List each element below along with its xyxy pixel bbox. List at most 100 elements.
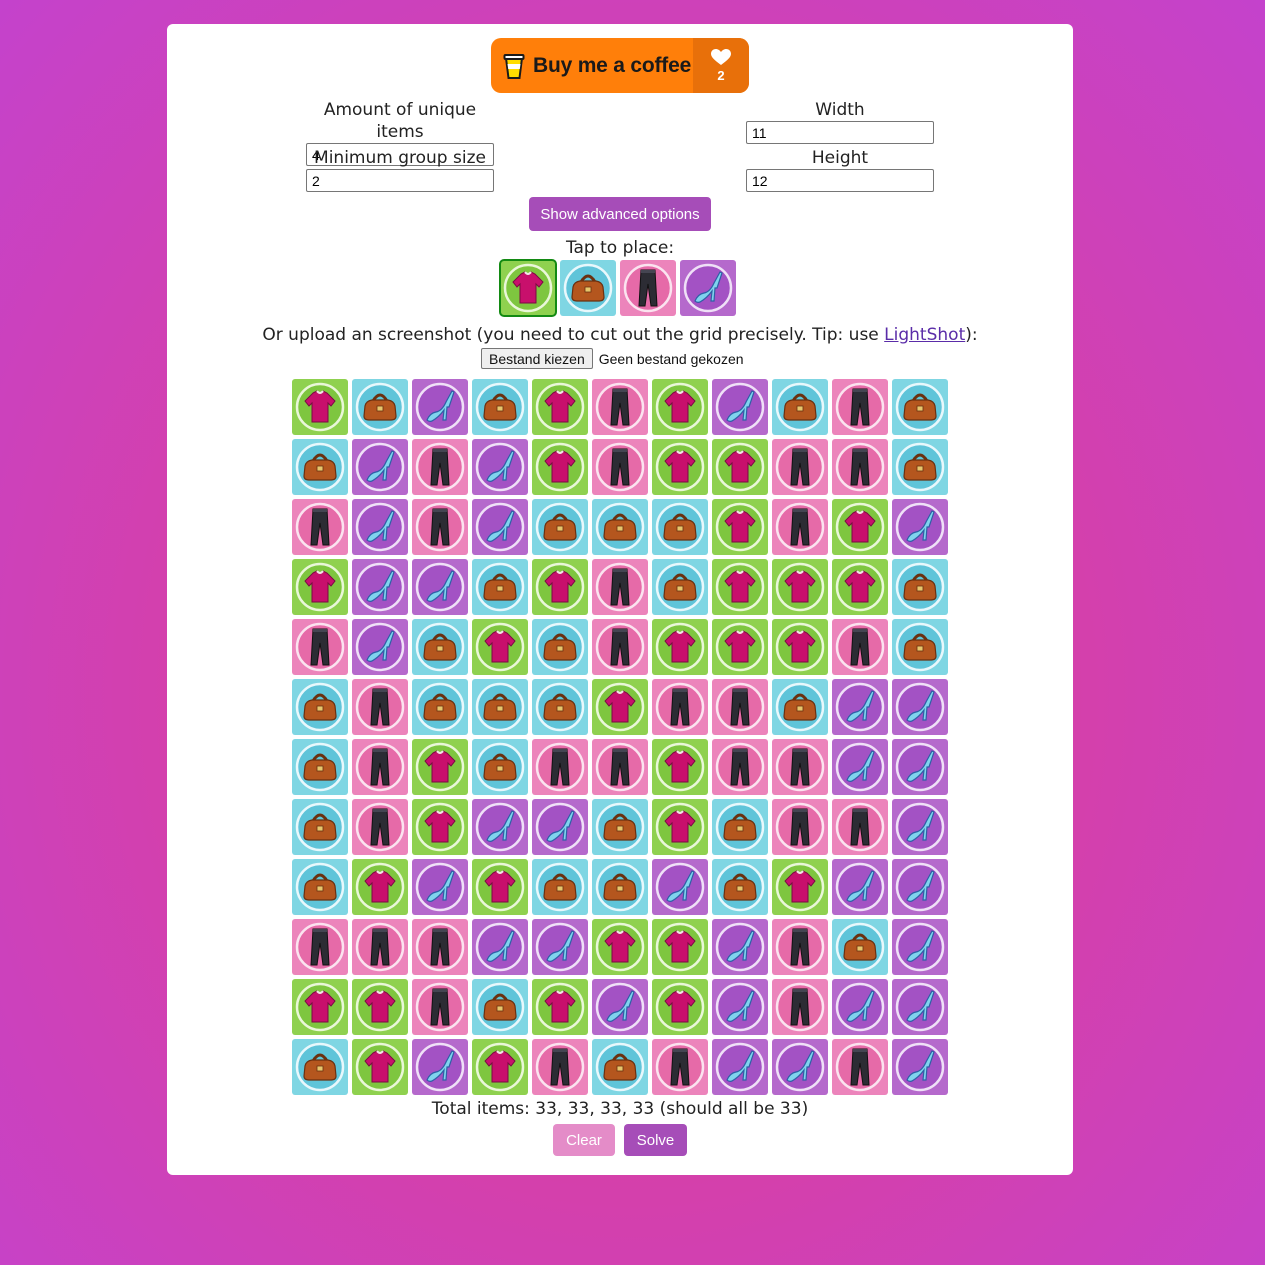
grid-tile-heel[interactable] — [832, 979, 888, 1035]
grid-tile-bag[interactable] — [292, 439, 348, 495]
grid-tile-shirt[interactable] — [292, 979, 348, 1035]
min-group-input[interactable] — [306, 169, 494, 192]
grid-tile-heel[interactable] — [412, 379, 468, 435]
grid-tile-pants[interactable] — [532, 739, 588, 795]
grid-tile-bag[interactable] — [412, 619, 468, 675]
grid-tile-pants[interactable] — [772, 739, 828, 795]
grid-tile-bag[interactable] — [592, 799, 648, 855]
grid-tile-pants[interactable] — [412, 979, 468, 1035]
solve-button[interactable]: Solve — [624, 1124, 687, 1156]
grid-tile-pants[interactable] — [772, 919, 828, 975]
grid-tile-pants[interactable] — [592, 379, 648, 435]
grid-tile-bag[interactable] — [532, 499, 588, 555]
grid-tile-shirt[interactable] — [772, 559, 828, 615]
grid-tile-shirt[interactable] — [652, 379, 708, 435]
grid-tile-shirt[interactable] — [532, 439, 588, 495]
height-input[interactable] — [746, 169, 934, 192]
grid-tile-bag[interactable] — [292, 859, 348, 915]
grid-tile-bag[interactable] — [592, 859, 648, 915]
grid-tile-pants[interactable] — [832, 799, 888, 855]
grid-tile-heel[interactable] — [892, 679, 948, 735]
grid-tile-heel[interactable] — [412, 559, 468, 615]
grid-tile-bag[interactable] — [292, 679, 348, 735]
grid-tile-pants[interactable] — [772, 979, 828, 1035]
grid-tile-heel[interactable] — [352, 559, 408, 615]
grid-tile-bag[interactable] — [532, 859, 588, 915]
grid-tile-heel[interactable] — [472, 439, 528, 495]
palette-bag[interactable] — [560, 260, 616, 316]
grid-tile-bag[interactable] — [892, 439, 948, 495]
grid-tile-shirt[interactable] — [292, 559, 348, 615]
grid-tile-shirt[interactable] — [472, 859, 528, 915]
grid-tile-heel[interactable] — [652, 859, 708, 915]
grid-tile-heel[interactable] — [772, 1039, 828, 1095]
grid-tile-pants[interactable] — [772, 439, 828, 495]
grid-tile-pants[interactable] — [412, 919, 468, 975]
grid-tile-bag[interactable] — [772, 379, 828, 435]
grid-tile-bag[interactable] — [712, 859, 768, 915]
grid-tile-shirt[interactable] — [412, 739, 468, 795]
grid-tile-bag[interactable] — [472, 979, 528, 1035]
grid-tile-bag[interactable] — [652, 499, 708, 555]
grid-tile-pants[interactable] — [352, 799, 408, 855]
grid-tile-pants[interactable] — [772, 799, 828, 855]
grid-tile-pants[interactable] — [592, 739, 648, 795]
grid-tile-heel[interactable] — [892, 1039, 948, 1095]
grid-tile-bag[interactable] — [712, 799, 768, 855]
grid-tile-shirt[interactable] — [532, 979, 588, 1035]
grid-tile-shirt[interactable] — [352, 1039, 408, 1095]
grid-tile-bag[interactable] — [532, 679, 588, 735]
grid-tile-shirt[interactable] — [292, 379, 348, 435]
grid-tile-bag[interactable] — [652, 559, 708, 615]
grid-tile-bag[interactable] — [472, 679, 528, 735]
grid-tile-shirt[interactable] — [352, 979, 408, 1035]
grid-tile-bag[interactable] — [892, 559, 948, 615]
grid-tile-heel[interactable] — [352, 439, 408, 495]
grid-tile-bag[interactable] — [472, 379, 528, 435]
grid-tile-bag[interactable] — [292, 739, 348, 795]
grid-tile-pants[interactable] — [592, 619, 648, 675]
grid-tile-bag[interactable] — [592, 1039, 648, 1095]
grid-tile-pants[interactable] — [652, 679, 708, 735]
grid-tile-pants[interactable] — [592, 439, 648, 495]
grid-tile-shirt[interactable] — [532, 379, 588, 435]
width-input[interactable] — [746, 121, 934, 144]
grid-tile-heel[interactable] — [532, 799, 588, 855]
grid-tile-bag[interactable] — [292, 799, 348, 855]
grid-tile-pants[interactable] — [772, 499, 828, 555]
grid-tile-shirt[interactable] — [592, 679, 648, 735]
grid-tile-pants[interactable] — [292, 499, 348, 555]
grid-tile-pants[interactable] — [832, 379, 888, 435]
grid-tile-bag[interactable] — [592, 499, 648, 555]
grid-tile-bag[interactable] — [832, 919, 888, 975]
grid-tile-bag[interactable] — [352, 379, 408, 435]
grid-tile-shirt[interactable] — [652, 619, 708, 675]
grid-tile-pants[interactable] — [832, 439, 888, 495]
grid-tile-shirt[interactable] — [652, 919, 708, 975]
grid-tile-pants[interactable] — [832, 1039, 888, 1095]
grid-tile-pants[interactable] — [832, 619, 888, 675]
grid-tile-pants[interactable] — [652, 1039, 708, 1095]
grid-tile-shirt[interactable] — [712, 559, 768, 615]
grid-tile-shirt[interactable] — [712, 619, 768, 675]
grid-tile-shirt[interactable] — [412, 799, 468, 855]
grid-tile-heel[interactable] — [892, 739, 948, 795]
grid-tile-pants[interactable] — [292, 619, 348, 675]
grid-tile-heel[interactable] — [472, 499, 528, 555]
grid-tile-shirt[interactable] — [772, 859, 828, 915]
grid-tile-pants[interactable] — [412, 439, 468, 495]
grid-tile-heel[interactable] — [712, 979, 768, 1035]
grid-tile-pants[interactable] — [712, 679, 768, 735]
lightshot-link[interactable]: LightShot — [884, 325, 965, 345]
grid-tile-pants[interactable] — [712, 739, 768, 795]
grid-tile-heel[interactable] — [352, 619, 408, 675]
show-advanced-options-button[interactable]: Show advanced options — [529, 197, 711, 231]
grid-tile-heel[interactable] — [412, 1039, 468, 1095]
grid-tile-shirt[interactable] — [352, 859, 408, 915]
grid-tile-heel[interactable] — [352, 499, 408, 555]
grid-tile-heel[interactable] — [892, 859, 948, 915]
grid-tile-heel[interactable] — [892, 919, 948, 975]
grid-tile-pants[interactable] — [292, 919, 348, 975]
buy-me-a-coffee-button[interactable]: Buy me a coffee 2 — [491, 38, 749, 93]
grid-tile-shirt[interactable] — [652, 739, 708, 795]
